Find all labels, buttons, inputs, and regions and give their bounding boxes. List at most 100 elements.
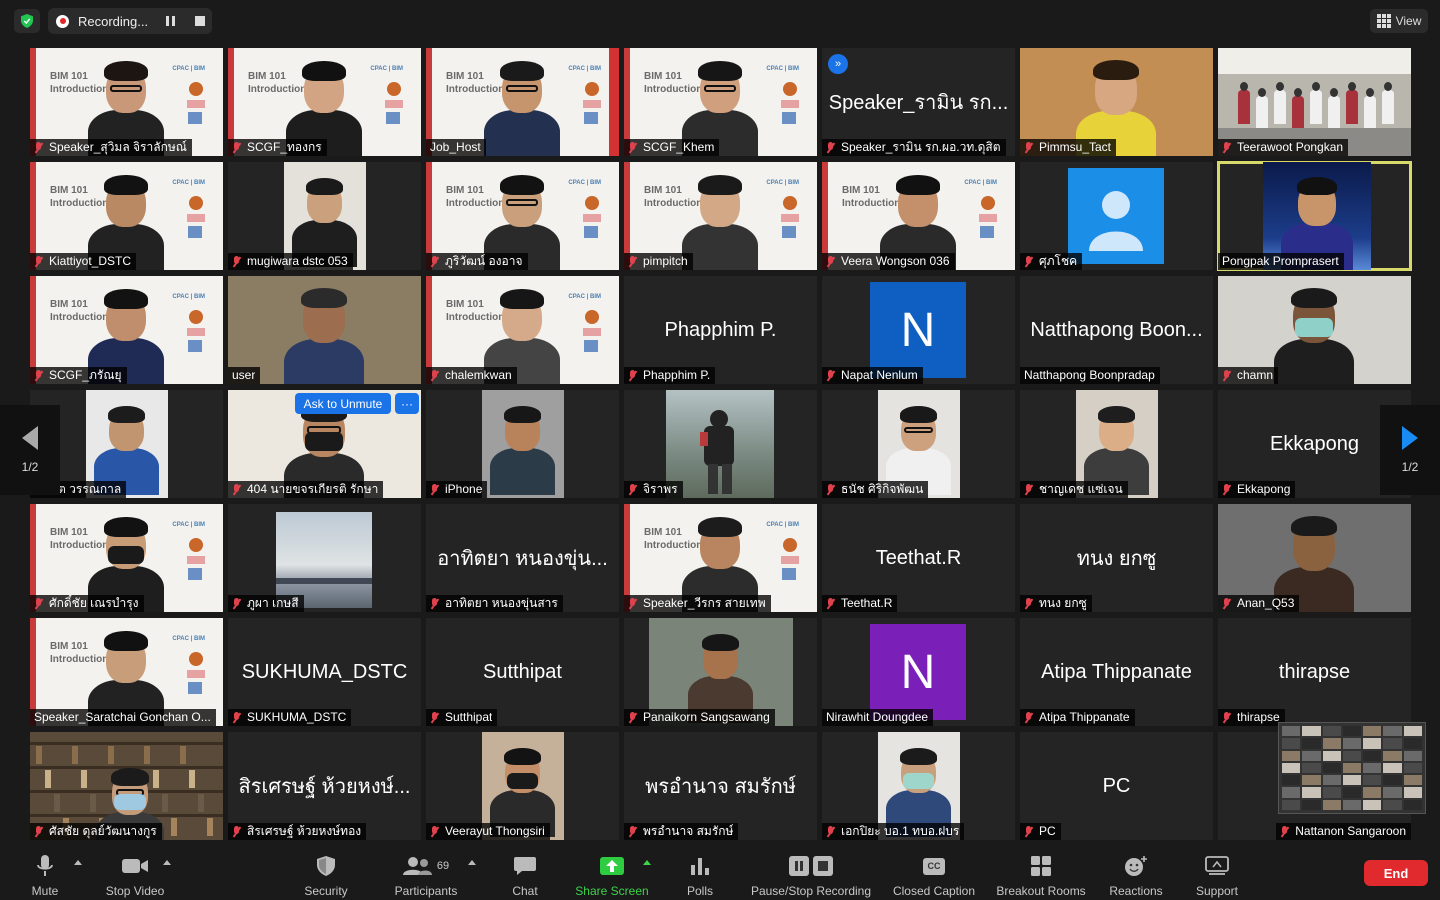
participant-tile[interactable]: BIM 101 Introduction CPAC | BIM Speaker_วีร… (624, 504, 817, 612)
mic-muted-icon (1222, 142, 1231, 153)
participant-tile[interactable]: PC PC (1020, 732, 1213, 840)
participant-name-label: SCGF_Khem (624, 139, 720, 156)
participant-tile[interactable]: อาทิตยา หนองขุ่น... อาทิตยา หนองขุ่นสาร (426, 504, 619, 612)
closed-caption-button[interactable]: CC Closed Caption (890, 848, 978, 900)
participant-tile[interactable]: จิราพร (624, 390, 817, 498)
stop-recording-icon[interactable] (195, 16, 206, 26)
share-screen-button[interactable]: Share Screen (572, 848, 652, 900)
polls-button[interactable]: Polls (682, 848, 718, 900)
video-options-chevron-icon[interactable] (163, 860, 171, 865)
participant-tile[interactable]: พรอำนาจ สมรักษ์ พรอำนาจ สมรักษ์ (624, 732, 817, 840)
participant-tile[interactable]: Speaker_รามิน รก...» Speaker_รามิน รก.ผอ.… (822, 48, 1015, 156)
participant-hair (899, 748, 938, 766)
pin-chevrons-icon[interactable]: » (828, 54, 848, 74)
audio-options-chevron-icon[interactable] (74, 860, 82, 865)
participant-name-label: Speaker_Saratchai Gonchan O... (30, 709, 216, 726)
person-in-room (1364, 96, 1376, 130)
participant-tile[interactable]: BIM 101 Introduction CPAC | BIM ศักดิ์ชัย เ… (30, 504, 223, 612)
participant-tile[interactable]: BIM 101 Introduction CPAC | BIM Speaker_Sar… (30, 618, 223, 726)
mic-muted-icon (232, 598, 241, 609)
participant-hair (305, 178, 344, 196)
participants-chevron-icon[interactable] (468, 860, 476, 865)
participant-tile[interactable]: ศัสชัย ดุลย์วัฒนางกูร (30, 732, 223, 840)
slide-logo-circle (189, 652, 203, 666)
encryption-shield-icon[interactable] (14, 9, 40, 33)
mic-muted-icon (1222, 484, 1231, 495)
participant-tile[interactable]: BIM 101 Introduction CPAC | BIM Speaker_สุว… (30, 48, 223, 156)
participant-tile[interactable]: N Nirawhit Doungdee (822, 618, 1015, 726)
participant-tile[interactable]: BIM 101 Introduction CPAC | BIM chalemkwan (426, 276, 619, 384)
participant-tile[interactable]: ศุภโชค (1020, 162, 1213, 270)
participant-tile[interactable]: Atipa Thippanate Atipa Thippanate (1020, 618, 1213, 726)
breakout-rooms-button[interactable]: Breakout Rooms (995, 848, 1087, 900)
chat-button[interactable]: Chat (505, 848, 545, 900)
share-options-chevron-icon[interactable] (643, 860, 651, 865)
participant-tile[interactable]: ธนัช ศิริกิจพัฒน (822, 390, 1015, 498)
mic-muted-icon (826, 256, 835, 267)
pause-recording-icon[interactable] (166, 16, 176, 26)
participant-tile[interactable]: chamn (1218, 276, 1411, 384)
participant-tile[interactable]: BIM 101 Introduction CPAC | BIM Veera Wongs… (822, 162, 1015, 270)
participant-tile[interactable]: BIM 101 Introduction CPAC | BIM SCGF_Khem (624, 48, 817, 156)
security-button[interactable]: Security (298, 848, 354, 900)
participant-name: ภูผา เกษสี (247, 596, 299, 610)
participant-tile[interactable]: Pongpak Promprasert (1217, 161, 1412, 271)
participant-name-label: thirapse (1218, 709, 1285, 726)
reactions-button[interactable]: Reactions (1107, 848, 1165, 900)
participant-name: ชาญเดช แซ่เจน (1039, 482, 1123, 496)
participants-button[interactable]: 69 Participants (390, 848, 462, 900)
participant-tile[interactable]: user (228, 276, 421, 384)
next-page-button[interactable]: 1/2 (1380, 405, 1440, 495)
participant-tile[interactable]: BIM 101 Introduction CPAC | BIM Kiattiyot_D… (30, 162, 223, 270)
slide-logo-circle (783, 538, 797, 552)
participant-tile[interactable]: thirapse thirapse (1218, 618, 1411, 726)
participant-tile[interactable]: ภูผา เกษสี (228, 504, 421, 612)
participant-tile[interactable]: BIM 101 Introduction CPAC | BIM SCGF_ทองกร (228, 48, 421, 156)
more-options-button[interactable]: ··· (395, 393, 419, 414)
self-view-thumbnail[interactable] (1278, 722, 1426, 814)
mute-label: Mute (31, 884, 59, 898)
person-in-room (1238, 90, 1250, 124)
participant-tile[interactable]: mugiwara dstc 053 (228, 162, 421, 270)
view-button[interactable]: View (1370, 9, 1428, 33)
participant-tile[interactable]: Phapphim P. Phapphim P. (624, 276, 817, 384)
slide-logo-badge (386, 112, 400, 124)
participant-tile[interactable]: สิรเศรษฐ์ ห้วยหงษ์... สิรเศรษฐ์ ห้วยหงษ์ท… (228, 732, 421, 840)
ask-to-unmute-button[interactable]: Ask to Unmute (295, 393, 391, 414)
end-meeting-button[interactable]: End (1364, 860, 1428, 886)
participant-tile[interactable]: Teerawoot Pongkan (1218, 48, 1411, 156)
previous-page-button[interactable]: 1/2 (0, 405, 60, 495)
participant-tile[interactable]: BIM 101 Introduction CPAC | BIM pimpitch (624, 162, 817, 270)
stop-video-button[interactable]: Stop Video (100, 848, 170, 900)
participant-tile[interactable]: Pimmsu_Tact (1020, 48, 1213, 156)
slide-corner-logo: CPAC | BIM (568, 294, 601, 300)
participant-tile[interactable]: เอกปิยะ บอ.1 ทบอ.ฝบร (822, 732, 1015, 840)
mic-muted-icon (232, 142, 241, 153)
participant-tile[interactable]: Panaikorn Sangsawang (624, 618, 817, 726)
mic-muted-icon (628, 484, 637, 495)
thumbnail-cell (1282, 738, 1301, 749)
participant-name: ทนง ยกซู (1039, 596, 1087, 610)
participant-tile[interactable]: iPhone (426, 390, 619, 498)
participant-tile[interactable]: Anan_Q53 (1218, 504, 1411, 612)
participant-tile[interactable]: BIM 101 Introduction CPAC | BIM ภูริวัฒน์ อ… (426, 162, 619, 270)
participant-tile[interactable]: Natthapong Boon... Natthapong Boonpradap (1020, 276, 1213, 384)
participant-tile[interactable]: ชาญเดช แซ่เจน (1020, 390, 1213, 498)
slide-logo-circle (387, 82, 401, 96)
participant-tile[interactable]: SUKHUMA_DSTC SUKHUMA_DSTC (228, 618, 421, 726)
participant-tile[interactable]: Veerayut Thongsiri (426, 732, 619, 840)
support-button[interactable]: Support (1190, 848, 1244, 900)
thumbnail-cell (1363, 775, 1382, 786)
mic-muted-icon (628, 142, 637, 153)
participant-tile[interactable]: BIM 101 Introduction CPAC | BIM Job_Host (426, 48, 619, 156)
participant-tile[interactable]: ทนง ยกซู ทนง ยกซู (1020, 504, 1213, 612)
pause-stop-recording-button[interactable]: Pause/Stop Recording (748, 848, 874, 900)
participant-tile[interactable]: N Napat Nenlum (822, 276, 1015, 384)
participant-tile[interactable]: Sutthipat Sutthipat (426, 618, 619, 726)
slide-corner-logo: CPAC | BIM (172, 294, 205, 300)
participant-hair (698, 517, 742, 537)
mute-button[interactable]: Mute (22, 848, 68, 900)
participant-tile[interactable]: Teethat.R Teethat.R (822, 504, 1015, 612)
participant-tile[interactable]: BIM 101 Introduction CPAC | BIM SCGF_ภรัณยุ (30, 276, 223, 384)
face-mask (506, 773, 539, 789)
